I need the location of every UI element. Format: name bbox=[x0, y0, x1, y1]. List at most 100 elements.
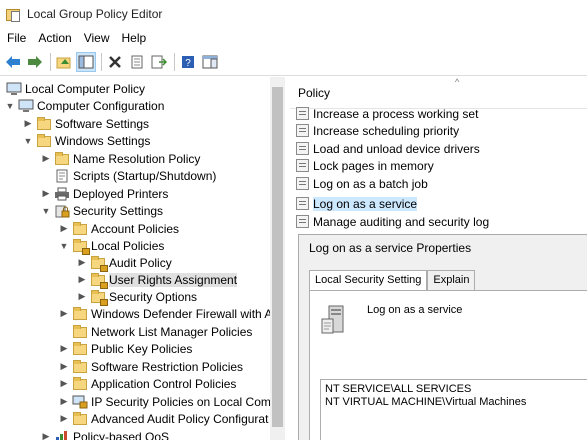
policy-row[interactable]: Manage auditing and security log bbox=[296, 213, 587, 230]
tree-item-software-restriction[interactable]: ▶ Software Restriction Policies bbox=[58, 358, 243, 375]
tree-item-scripts[interactable]: Scripts (Startup/Shutdown) bbox=[40, 167, 216, 184]
chevron-right-icon[interactable]: ▶ bbox=[58, 308, 70, 319]
folder-icon bbox=[72, 221, 88, 236]
svg-text:?: ? bbox=[185, 58, 191, 69]
tree-item-policy-based-qos[interactable]: ▶ Policy-based QoS bbox=[40, 428, 169, 440]
security-icon bbox=[54, 204, 70, 218]
tree-label: Local Computer Policy bbox=[25, 81, 146, 96]
tree-item-computer-configuration[interactable]: ▼ Computer Configuration bbox=[4, 97, 165, 114]
export-list-icon[interactable] bbox=[149, 52, 169, 72]
chevron-right-icon[interactable]: ▶ bbox=[58, 361, 70, 372]
policy-label: Manage auditing and security log bbox=[313, 214, 490, 229]
tree-item-deployed-printers[interactable]: ▶ Deployed Printers bbox=[40, 185, 169, 202]
tree-scrollbar[interactable] bbox=[270, 77, 285, 440]
printer-icon bbox=[54, 187, 70, 201]
accounts-list[interactable]: NT SERVICE\ALL SERVICES NT VIRTUAL MACHI… bbox=[320, 379, 587, 440]
chevron-down-icon[interactable]: ▼ bbox=[40, 206, 52, 216]
policy-icon bbox=[296, 107, 309, 120]
chevron-right-icon[interactable]: ▶ bbox=[58, 413, 70, 424]
chevron-right-icon[interactable]: ▶ bbox=[58, 396, 70, 407]
folder-lock-icon bbox=[90, 272, 108, 289]
tree-item-user-rights-assignment[interactable]: ▶ User Rights Assignment bbox=[76, 271, 238, 289]
tree-label: Computer Configuration bbox=[37, 98, 165, 113]
tree-label: Security Options bbox=[109, 289, 198, 304]
tree-label: User Rights Assignment bbox=[109, 272, 238, 287]
menu-help[interactable]: Help bbox=[116, 31, 153, 45]
toolbar-separator bbox=[101, 53, 102, 71]
tree-item-audit-policy[interactable]: ▶ Audit Policy bbox=[76, 254, 172, 272]
tree-item-public-key-policies[interactable]: ▶ Public Key Policies bbox=[58, 340, 192, 357]
chevron-down-icon[interactable]: ▼ bbox=[22, 136, 34, 146]
tree-scrollbar-thumb[interactable] bbox=[272, 87, 283, 427]
policy-column-label: Policy bbox=[298, 86, 331, 100]
forward-arrow-icon[interactable] bbox=[25, 52, 45, 72]
policy-row[interactable]: Log on as a batch job bbox=[296, 175, 587, 192]
ip-security-icon bbox=[72, 395, 88, 409]
chevron-down-icon[interactable]: ▼ bbox=[4, 101, 16, 111]
tree-label: Windows Defender Firewall with A bbox=[91, 306, 273, 321]
show-pane-icon[interactable] bbox=[200, 52, 220, 72]
menu-file[interactable]: File bbox=[0, 31, 32, 45]
dialog-title: Log on as a service Properties bbox=[309, 241, 472, 255]
policy-row[interactable]: Increase scheduling priority bbox=[296, 122, 587, 139]
policy-row-selected[interactable]: Log on as a service bbox=[296, 195, 587, 212]
tree-item-network-list-manager[interactable]: Network List Manager Policies bbox=[58, 323, 252, 340]
tree-item-security-settings[interactable]: ▼ Security Settings bbox=[40, 202, 164, 219]
menu-view[interactable]: View bbox=[78, 31, 116, 45]
title-bar: Local Group Policy Editor bbox=[0, 0, 587, 28]
chevron-right-icon[interactable]: ▶ bbox=[58, 378, 70, 389]
back-arrow-icon[interactable] bbox=[3, 52, 23, 72]
up-folder-icon[interactable] bbox=[54, 52, 74, 72]
tree-item-windows-defender-firewall[interactable]: ▶ Windows Defender Firewall with A bbox=[58, 305, 272, 322]
menu-action[interactable]: Action bbox=[32, 31, 77, 45]
menu-bar: File Action View Help bbox=[0, 28, 587, 48]
chevron-right-icon[interactable]: ▶ bbox=[76, 291, 88, 302]
folder-icon bbox=[72, 411, 88, 426]
chevron-right-icon[interactable]: ▶ bbox=[40, 153, 52, 164]
chevron-right-icon[interactable]: ▶ bbox=[40, 188, 52, 199]
properties-icon[interactable] bbox=[127, 52, 147, 72]
tree-item-name-resolution-policy[interactable]: ▶ Name Resolution Policy bbox=[40, 150, 200, 167]
qos-chart-icon bbox=[54, 430, 70, 440]
tree-label: Application Control Policies bbox=[91, 376, 237, 391]
tab-explain[interactable]: Explain bbox=[427, 270, 476, 290]
properties-dialog: Log on as a service Properties Local Sec… bbox=[298, 234, 587, 440]
delete-icon[interactable] bbox=[105, 52, 125, 72]
toolbar: ? bbox=[0, 49, 587, 76]
policy-icon bbox=[296, 197, 309, 210]
account-item[interactable]: NT VIRTUAL MACHINE\Virtual Machines bbox=[325, 396, 587, 409]
tree-item-local-policies[interactable]: ▼ Local Policies bbox=[58, 237, 164, 255]
scripts-icon bbox=[54, 169, 70, 183]
tab-local-security-setting[interactable]: Local Security Setting bbox=[309, 270, 428, 291]
folder-icon bbox=[72, 341, 88, 356]
policy-row[interactable]: Load and unload device drivers bbox=[296, 140, 587, 157]
policy-row[interactable]: Lock pages in memory bbox=[296, 157, 587, 174]
tree-item-local-computer-policy[interactable]: Local Computer Policy bbox=[4, 80, 145, 97]
tree-item-security-options[interactable]: ▶ Security Options bbox=[76, 288, 198, 306]
chevron-right-icon[interactable]: ▶ bbox=[58, 343, 70, 354]
policy-icon bbox=[296, 159, 309, 172]
policy-row[interactable]: Increase a process working set bbox=[296, 105, 587, 122]
chevron-right-icon[interactable]: ▶ bbox=[58, 223, 70, 234]
help-icon[interactable]: ? bbox=[178, 52, 198, 72]
policy-icon bbox=[296, 177, 309, 190]
tree-item-windows-settings[interactable]: ▼ Windows Settings bbox=[22, 132, 150, 149]
tree-item-account-policies[interactable]: ▶ Account Policies bbox=[58, 220, 179, 237]
chevron-down-icon[interactable]: ▼ bbox=[58, 241, 70, 251]
chevron-right-icon[interactable]: ▶ bbox=[40, 431, 52, 440]
policy-label: Log on as a service bbox=[313, 196, 418, 211]
tree-item-software-settings[interactable]: ▶ Software Settings bbox=[22, 115, 149, 132]
show-hide-tree-icon[interactable] bbox=[76, 52, 96, 72]
policy-label: Increase a process working set bbox=[313, 106, 479, 121]
account-item[interactable]: NT SERVICE\ALL SERVICES bbox=[325, 383, 587, 396]
tree-label: Security Settings bbox=[73, 203, 164, 218]
toolbar-separator bbox=[50, 53, 51, 71]
tree-item-advanced-audit-policy[interactable]: ▶ Advanced Audit Policy Configurat bbox=[58, 410, 268, 427]
computer-icon bbox=[18, 99, 34, 113]
chevron-right-icon[interactable]: ▶ bbox=[76, 274, 88, 285]
tree-item-application-control[interactable]: ▶ Application Control Policies bbox=[58, 375, 236, 392]
tree-item-ip-security-policies[interactable]: ▶ IP Security Policies on Local Comp bbox=[58, 393, 278, 410]
chevron-right-icon[interactable]: ▶ bbox=[76, 257, 88, 268]
tree-label: Audit Policy bbox=[109, 255, 172, 270]
chevron-right-icon[interactable]: ▶ bbox=[22, 118, 34, 129]
